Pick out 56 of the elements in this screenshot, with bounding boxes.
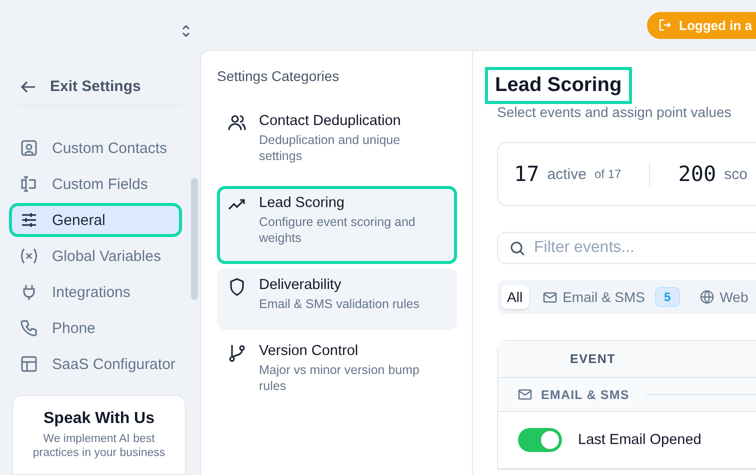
sidebar-item[interactable]: Custom Fields [10,168,181,200]
users-icon [227,113,247,133]
page-title: Lead Scoring [485,67,632,104]
shield-icon [227,277,247,297]
category-item[interactable]: Version Control Major vs minor version bump rules [217,334,457,412]
category-title: Version Control [259,343,360,359]
contact-icon [20,139,38,157]
variable-icon [20,247,38,265]
globe-icon [700,290,714,304]
filter-tab[interactable]: Web [694,285,754,309]
exit-settings-button[interactable]: Exit Settings [12,70,186,106]
category-item[interactable]: Contact Deduplication Deduplication and unique settings [217,104,457,182]
sidebar-item[interactable]: SaaS Configurator [10,348,181,380]
stat-value: 200 [678,162,716,186]
field-icon [20,175,38,193]
count-badge: 5 [655,287,680,307]
stat-label: active [547,166,586,182]
category-title: Lead Scoring [259,195,346,211]
group-header: EMAIL & SMS [541,388,630,402]
sidebar-item[interactable]: Custom Contacts [10,132,181,164]
branch-icon [227,343,247,363]
layout-icon [20,355,38,373]
sidebar-item[interactable]: General [10,204,181,236]
mail-icon [518,389,532,400]
event-name: Last Email Opened [578,432,702,448]
sidebar-item[interactable]: Global Variables [10,240,181,272]
arrow-left-icon [20,80,36,94]
filter-tab[interactable]: Email & SMS 5 [536,283,686,311]
scrollbar[interactable] [191,178,198,300]
category-item[interactable]: Deliverability Email & SMS validation rules [217,268,457,330]
phone-icon [20,319,38,337]
category-description: Email & SMS validation rules [259,296,420,312]
promo-title: Speak With Us [42,410,156,428]
categories-heading: Settings Categories [217,68,340,84]
category-title: Contact Deduplication [259,113,402,129]
promo-text: We implement AI best practices in your business [32,432,166,460]
toggle-switch[interactable] [518,428,562,452]
category-description: Configure event scoring and weights [259,214,416,246]
category-item[interactable]: Lead Scoring Configure event scoring and weights [217,186,457,264]
stat-label: sco [724,166,748,182]
search-field[interactable]: Filter events... [497,232,756,264]
mail-icon [542,292,557,302]
filter-tab[interactable]: All [501,285,529,309]
stat-total: of 17 [594,167,622,181]
category-title: Deliverability [259,277,342,293]
column-header: EVENT [570,352,616,366]
category-description: Deduplication and unique settings [259,132,402,164]
sliders-icon [20,211,38,229]
sidebar-item[interactable]: Phone [10,312,181,344]
category-description: Major vs minor version bump rules [259,362,420,394]
page-subtitle: Select events and assign point values [497,104,732,120]
sidebar-item[interactable]: Integrations [10,276,181,308]
chevrons-up-down-icon[interactable] [181,24,191,38]
stat-value: 17 [514,162,540,186]
logout-icon [659,19,672,31]
search-icon [510,241,525,256]
